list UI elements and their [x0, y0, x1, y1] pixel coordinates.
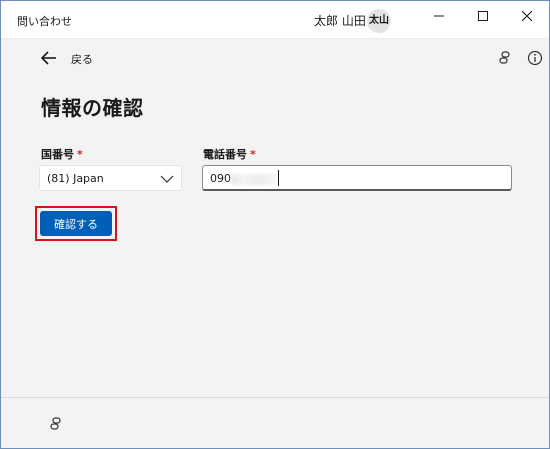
footer-link-button[interactable]	[48, 416, 64, 432]
phone-number-label: 電話番号 *	[203, 146, 256, 162]
minimize-button[interactable]	[417, 1, 461, 31]
link-button[interactable]	[497, 50, 513, 66]
minimize-icon	[434, 15, 444, 17]
maximize-button[interactable]	[461, 1, 505, 31]
back-button[interactable]	[39, 49, 59, 67]
link-icon	[50, 417, 61, 430]
footer-divider	[1, 397, 549, 398]
link-icon	[499, 51, 510, 64]
info-button[interactable]	[527, 50, 543, 66]
country-code-label: 国番号 *	[41, 146, 83, 162]
confirm-button[interactable]: 確認する	[40, 211, 112, 236]
close-icon	[522, 11, 532, 21]
country-code-select[interactable]: (81) Japan	[39, 165, 182, 191]
country-code-label-text: 国番号	[41, 148, 74, 161]
maximize-icon	[478, 11, 488, 21]
user-name: 太郎 山田	[314, 14, 366, 28]
arrow-left-icon	[41, 51, 56, 65]
app-window: 問い合わせ 太郎 山田 太山 戻る 情報の確認 国番号 * 電話番号 * (81…	[0, 0, 550, 449]
info-icon	[527, 50, 543, 66]
text-caret	[278, 170, 279, 186]
required-marker: *	[77, 148, 83, 161]
chevron-down-icon	[160, 175, 174, 183]
required-marker: *	[250, 148, 256, 161]
page-title: 情報の確認	[41, 96, 144, 120]
back-label[interactable]: 戻る	[71, 51, 93, 67]
phone-number-input[interactable]: 090	[202, 165, 512, 191]
app-title: 問い合わせ	[17, 15, 72, 28]
phone-number-label-text: 電話番号	[203, 148, 247, 161]
country-code-value: (81) Japan	[47, 172, 104, 185]
redacted-digits	[231, 174, 277, 185]
avatar[interactable]: 太山	[367, 9, 391, 33]
close-button[interactable]	[505, 1, 549, 31]
phone-number-value: 090	[210, 172, 231, 185]
title-bar: 問い合わせ 太郎 山田 太山	[1, 1, 549, 39]
